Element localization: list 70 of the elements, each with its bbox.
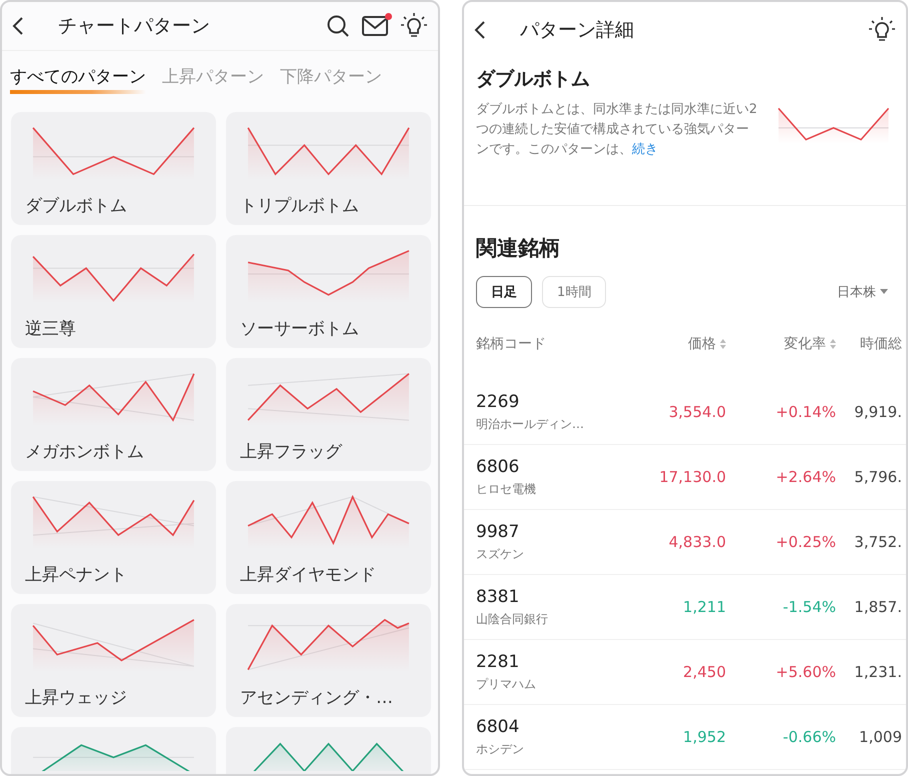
stock-code: 2269 (476, 392, 520, 412)
market-cap-cell-text: 1,857. (853, 598, 902, 616)
stock-code: 6804 (476, 716, 520, 736)
pattern-name: 上昇ウェッジ (25, 687, 128, 709)
timeframe-chip[interactable]: 日足 (476, 276, 532, 308)
pattern-name: 上昇ダイヤモンド (240, 564, 377, 586)
pattern-description: ダブルボトムとは、同水準または同水準に近い2つの連続した安値で構成されている強気パターンです。このパターンは、続き (476, 101, 758, 159)
search-icon[interactable] (326, 14, 350, 38)
stock-name: 山陰合同銀行 (476, 610, 549, 628)
market-cap-cell-text: 1,231. (853, 663, 902, 681)
pattern-name: アセンディング・… (240, 687, 394, 709)
pattern-name: トリプルボトム (240, 195, 360, 217)
price-cell-text: 17,130.0 (658, 468, 726, 486)
stock-code: 8381 (476, 586, 520, 606)
change-cell-text: +2.64% (774, 468, 836, 486)
back-icon[interactable] (474, 20, 486, 40)
pattern-name: メガホンボトム (25, 441, 145, 463)
pattern-card[interactable]: ソーサーボトム (226, 235, 431, 348)
screen-title: パターン詳細 (520, 18, 635, 43)
section-title: 関連銘柄 (475, 235, 561, 262)
stock-name: ホシデン (476, 740, 525, 758)
pattern-card[interactable]: アセンディング・… (226, 604, 431, 717)
market-dropdown[interactable]: 日本株 (831, 282, 894, 302)
pattern-card[interactable]: 上昇ウェッジ (11, 604, 216, 717)
market-cap-cell-text: 3,752. (853, 533, 902, 551)
lightbulb-icon[interactable] (400, 12, 428, 40)
stock-code: 2281 (476, 652, 520, 672)
pattern-card[interactable]: 逆三尊 (11, 235, 216, 348)
price-cell-text: 4,833.0 (668, 533, 726, 551)
stock-name: ヒロセ電機 (476, 480, 537, 498)
pattern-card[interactable]: 上昇フラッグ (226, 358, 431, 471)
timeframe-chip[interactable]: 1時間 (542, 276, 606, 308)
pattern-card[interactable]: トリプルボトム (226, 112, 431, 225)
stock-code: 9987 (476, 522, 520, 542)
pattern-name: 上昇ペナント (25, 564, 128, 586)
pattern-name: 上昇フラッグ (240, 441, 344, 463)
back-icon[interactable] (12, 16, 24, 36)
market-cap-cell-text: 1,009 (858, 728, 902, 746)
mail-icon[interactable] (362, 15, 388, 37)
change-cell-text: -0.66% (782, 728, 836, 746)
price-cell-text: 1,211 (682, 598, 726, 616)
column-header[interactable]: 価格 (688, 335, 716, 353)
stock-name: 明治ホールディン… (476, 416, 585, 432)
caret-icon (880, 289, 888, 295)
lightbulb-icon[interactable] (868, 16, 896, 44)
change-cell-text: +0.14% (774, 403, 836, 421)
market-cap-cell-text: 9,919. (853, 403, 902, 421)
stock-code: 6806 (476, 456, 520, 476)
price-cell-text: 1,952 (682, 728, 726, 746)
stock-name: スズケン (476, 546, 525, 562)
pattern-name: 逆三尊 (25, 318, 77, 340)
pattern-card[interactable]: ダブルボトム (11, 112, 216, 225)
column-header: 銘柄コード (476, 335, 546, 353)
stock-name: プリマハム (476, 676, 537, 692)
pattern-card[interactable]: メガホンボトム (11, 358, 216, 471)
pattern-title: ダブルボトム (476, 67, 591, 92)
column-header[interactable]: 変化率 (784, 335, 826, 353)
screen-title: チャートパターン (58, 14, 211, 39)
pattern-card[interactable]: 上昇ダイヤモンド (226, 481, 431, 594)
change-cell-text: +5.60% (774, 663, 836, 681)
pattern-name: ソーサーボトム (240, 318, 360, 340)
pattern-name: ダブルボトム (25, 195, 128, 217)
column-header: 時価総 (860, 335, 902, 353)
price-cell-text: 2,450 (682, 663, 726, 681)
market-cap-cell-text: 5,796. (853, 468, 902, 486)
pattern-card[interactable]: 上昇ペナント (11, 481, 216, 594)
read-more-link[interactable]: 続き (632, 142, 658, 157)
price-cell-text: 3,554.0 (668, 403, 726, 421)
change-cell-text: +0.25% (774, 533, 836, 551)
change-cell-text: -1.54% (782, 598, 836, 616)
